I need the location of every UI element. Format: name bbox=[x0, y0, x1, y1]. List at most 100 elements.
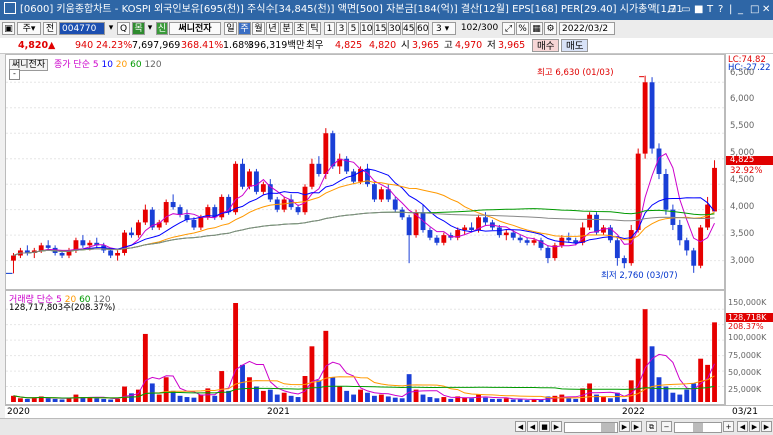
window-ctl-3[interactable]: T bbox=[707, 0, 713, 20]
buy-button[interactable]: 매수 bbox=[532, 39, 560, 52]
period-week[interactable]: 주 bbox=[238, 22, 251, 35]
interval-60[interactable]: 60 bbox=[416, 22, 429, 35]
scroll-first-icon[interactable]: ◀ bbox=[515, 421, 526, 432]
move-left-icon[interactable]: ◀ bbox=[737, 421, 748, 432]
stock-code-input[interactable]: 004770 bbox=[59, 22, 105, 35]
jong-select[interactable]: 주▾ bbox=[17, 22, 41, 35]
scroll-next-icon[interactable]: ▶ bbox=[551, 421, 562, 432]
volume-bar bbox=[11, 395, 16, 402]
help-button[interactable]: ? bbox=[718, 0, 723, 20]
volume-chart-pane[interactable]: 거래량 단순 5 20 60 120 128,717,803주(208.37%) bbox=[5, 290, 725, 405]
interval-5[interactable]: 5 bbox=[348, 22, 359, 35]
zoom-fit-icon[interactable]: ⧉ bbox=[646, 421, 657, 432]
zoom-track[interactable] bbox=[674, 422, 722, 433]
volume-bar bbox=[503, 398, 509, 402]
interval-30[interactable]: 30 bbox=[388, 22, 401, 35]
volume-bar bbox=[483, 397, 488, 402]
scroll-end-icon[interactable]: ▶ bbox=[631, 421, 642, 432]
grid-icon[interactable]: ▦ bbox=[530, 22, 543, 35]
window-ctl-2[interactable]: ■ bbox=[694, 0, 703, 20]
volume-bar bbox=[524, 400, 530, 402]
scroll-thumb[interactable] bbox=[601, 423, 615, 432]
candle-body bbox=[191, 219, 197, 228]
price-chart-pane[interactable]: 써니전자 종가 단순 5 10 20 60 120 - 최고 6,630 (01… bbox=[5, 54, 725, 290]
jeon-button[interactable]: 전 bbox=[43, 22, 57, 35]
scroll-prev-icon[interactable]: ◀ bbox=[527, 421, 538, 432]
zoom-icon[interactable]: ⤢ bbox=[502, 22, 515, 35]
maximize-button[interactable]: □ bbox=[750, 0, 759, 20]
move-end-icon[interactable]: ▶ bbox=[761, 421, 772, 432]
candle-body bbox=[281, 199, 287, 210]
move-right-icon[interactable]: ▶ bbox=[749, 421, 760, 432]
interval-45[interactable]: 45 bbox=[402, 22, 415, 35]
zoom-thumb[interactable] bbox=[693, 423, 703, 432]
interval-1[interactable]: 1 bbox=[324, 22, 335, 35]
window-ctl-0[interactable]: ⊟ bbox=[668, 0, 676, 20]
candle-body bbox=[691, 250, 697, 266]
bid-price: 4,825 bbox=[335, 40, 363, 51]
volume-bar bbox=[219, 371, 225, 402]
zoom-in-icon[interactable]: + bbox=[723, 421, 734, 432]
interval-15[interactable]: 15 bbox=[374, 22, 387, 35]
period-month[interactable]: 월 bbox=[252, 22, 265, 35]
trade-amount: 396,319백만 bbox=[248, 40, 305, 51]
volume-bar bbox=[17, 398, 23, 402]
y-tick-5500: 5,500 bbox=[730, 121, 755, 131]
volume-ma5-line bbox=[13, 353, 715, 401]
volume-bar bbox=[476, 394, 481, 402]
y-tick-6000: 6,000 bbox=[730, 94, 755, 104]
interval-select[interactable]: 3 ▾ bbox=[432, 22, 456, 35]
volume-bar bbox=[510, 399, 516, 402]
close-button[interactable]: ✕ bbox=[762, 0, 770, 20]
volume-bar bbox=[191, 397, 197, 402]
candle-body bbox=[80, 240, 86, 246]
scroll-stop-icon[interactable]: ■ bbox=[539, 421, 550, 432]
candle-body bbox=[712, 167, 717, 212]
scroll-last-icon[interactable]: ▶ bbox=[619, 421, 630, 432]
current-price-tag: 4,825 bbox=[726, 156, 773, 165]
chart-scrollbar[interactable]: ◀ ◀ ■ ▶ ▶ ▶ ⧉ − + ◀ ▶ ▶ bbox=[0, 418, 773, 435]
period-minute[interactable]: 분 bbox=[280, 22, 293, 35]
candle-body bbox=[517, 237, 523, 241]
volume-bar bbox=[351, 394, 357, 402]
volume-value: 7,697,969 bbox=[132, 40, 181, 51]
volume-value-text: 128,717,803주(208.37%) bbox=[9, 303, 116, 313]
scroll-track[interactable] bbox=[564, 422, 618, 433]
window-ctl-1[interactable]: ▭ bbox=[681, 0, 690, 20]
date-input[interactable]: 2022/03/2 bbox=[559, 22, 615, 35]
interval-10[interactable]: 10 bbox=[360, 22, 373, 35]
count-input[interactable]: 102 bbox=[458, 22, 478, 35]
candle-body bbox=[302, 186, 308, 213]
search-icon[interactable]: Q bbox=[117, 22, 130, 35]
volume-bar bbox=[59, 399, 65, 402]
percent-icon[interactable]: % bbox=[516, 22, 529, 35]
volume-bar bbox=[233, 303, 239, 402]
volume-bar bbox=[344, 390, 350, 402]
high-price: 4,970 bbox=[455, 40, 483, 51]
period-second[interactable]: 초 bbox=[294, 22, 307, 35]
list-icon[interactable]: 목 bbox=[132, 22, 145, 35]
interval-3[interactable]: 3 bbox=[336, 22, 347, 35]
period-tick[interactable]: 틱 bbox=[308, 22, 321, 35]
list-dropdown-icon[interactable]: ▾ bbox=[146, 22, 154, 35]
zoom-out-icon[interactable]: − bbox=[661, 421, 672, 432]
sell-button[interactable]: 매도 bbox=[561, 39, 589, 52]
minimize-button[interactable]: _ bbox=[738, 0, 743, 20]
candle-body bbox=[642, 82, 648, 154]
volume-bar bbox=[441, 397, 447, 402]
gear-icon[interactable]: ⚙ bbox=[544, 22, 557, 35]
candle-body bbox=[441, 235, 447, 243]
period-year[interactable]: 년 bbox=[266, 22, 279, 35]
layout-icon[interactable]: ▣ bbox=[2, 22, 15, 35]
volume-bar bbox=[385, 396, 391, 402]
volume-bar bbox=[406, 374, 412, 402]
volume-bar bbox=[108, 399, 114, 402]
code-dropdown-icon[interactable]: ▾ bbox=[106, 22, 116, 35]
chart-toolbar: ▣ 주▾ 전 004770 ▾ Q 목 ▾ 신 써니전자 일 주 월 년 분 초… bbox=[0, 20, 773, 39]
volume-bar bbox=[448, 398, 454, 402]
period-day[interactable]: 일 bbox=[224, 22, 237, 35]
high-label: 고 bbox=[444, 40, 453, 51]
candle-body bbox=[684, 240, 690, 251]
candle-body bbox=[434, 237, 440, 243]
pane-toggle-icon[interactable]: - bbox=[9, 69, 20, 80]
